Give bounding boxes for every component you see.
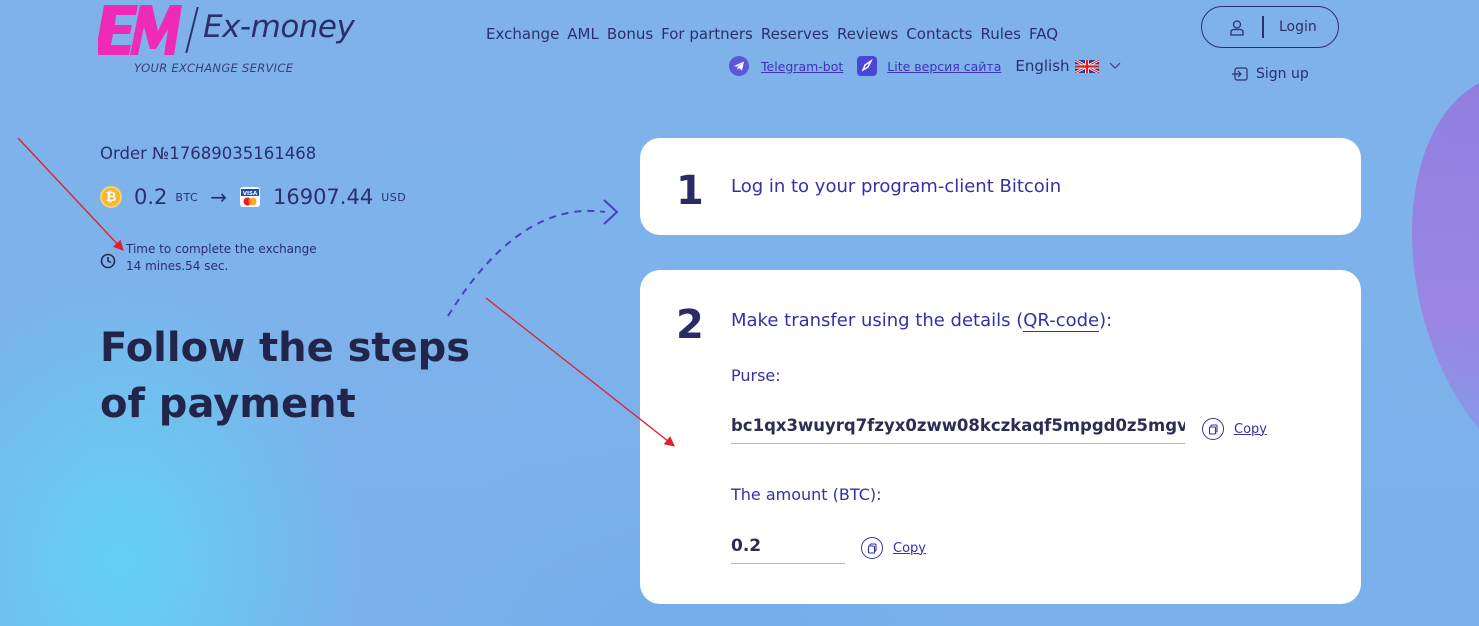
exchange-timer: Time to complete the exchange 14 mines.5… — [100, 241, 317, 275]
page-heading: Follow the steps of payment — [100, 325, 471, 427]
clock-icon — [100, 253, 116, 269]
user-icon — [1230, 20, 1244, 36]
step-1-number: 1 — [676, 168, 704, 214]
logo-tagline: YOUR EXCHANGE SERVICE — [134, 61, 294, 75]
give-amount: 0.2 — [134, 185, 168, 209]
svg-text:VISA: VISA — [243, 191, 258, 197]
telegram-icon[interactable] — [729, 56, 749, 76]
language-label: English — [1015, 57, 1070, 75]
step-1-card: 1 Log in to your program-client Bitcoin — [640, 138, 1361, 235]
site-logo[interactable]: Ex-money YOUR EXCHANGE SERVICE — [98, 3, 368, 75]
login-divider — [1262, 16, 1264, 38]
chevron-down-icon — [1109, 62, 1120, 69]
login-button[interactable]: Login — [1201, 6, 1339, 48]
signup-link[interactable]: Sign up — [1232, 66, 1309, 82]
qr-code-link[interactable]: QR-code — [1023, 310, 1100, 332]
copy-purse-button[interactable]: Copy — [1202, 418, 1267, 440]
lite-site-link[interactable]: Lite версия сайта — [887, 59, 1001, 74]
step-2-number: 2 — [676, 302, 704, 348]
amount-field[interactable]: 0.2 — [731, 536, 845, 564]
copy-purse-label: Copy — [1234, 421, 1267, 437]
nav-item-contacts[interactable]: Contacts — [906, 25, 972, 47]
bitcoin-icon: ₿ — [100, 186, 122, 208]
nav-item-faq[interactable]: FAQ — [1029, 25, 1058, 47]
telegram-bot-link[interactable]: Telegram-bot — [761, 59, 843, 74]
copy-amount-button[interactable]: Copy — [861, 537, 926, 559]
step-2-title: Make transfer using the details (QR-code… — [731, 310, 1113, 332]
nav-item-reserves[interactable]: Reserves — [761, 25, 829, 47]
copy-icon — [1202, 418, 1224, 440]
language-selector[interactable]: English — [1015, 57, 1120, 75]
timer-value: 14 mines.54 sec. — [126, 259, 229, 273]
step-2-title-suffix: ): — [1099, 310, 1113, 331]
copy-amount-label: Copy — [893, 540, 926, 556]
nav-item-reviews[interactable]: Reviews — [837, 25, 898, 47]
em-logo-mark — [98, 5, 182, 55]
arrow-right-icon: → — [210, 185, 227, 209]
nav-item-exchange[interactable]: Exchange — [486, 25, 559, 47]
signin-icon — [1232, 67, 1248, 81]
step-2-title-prefix: Make transfer using the details ( — [731, 310, 1024, 331]
order-number: Order №17689035161468 — [100, 144, 317, 163]
step-1-title: Log in to your program-client Bitcoin — [731, 176, 1062, 197]
timer-label: Time to complete the exchange — [126, 242, 317, 256]
nav-item-for-partners[interactable]: For partners — [661, 25, 753, 47]
amount-label: The amount (BTC): — [731, 485, 882, 504]
nav-item-bonus[interactable]: Bonus — [607, 25, 653, 47]
purse-label: Purse: — [731, 366, 781, 385]
sub-nav: Telegram-bot Lite версия сайта English — [729, 55, 1121, 77]
main-nav: Exchange AML Bonus For partners Reserves… — [486, 25, 1066, 47]
logo-name: Ex-money — [203, 9, 355, 45]
visa-mastercard-icon: VISA — [239, 187, 260, 207]
lite-site-icon[interactable] — [857, 56, 878, 76]
login-label: Login — [1279, 19, 1317, 35]
give-currency: BTC — [175, 190, 199, 204]
uk-flag-icon — [1074, 59, 1099, 73]
nav-item-rules[interactable]: Rules — [980, 25, 1020, 47]
get-currency: USD — [381, 190, 407, 204]
get-amount: 16907.44 — [272, 185, 374, 209]
logo-divider — [185, 7, 199, 53]
purse-address-field[interactable]: bc1qx3wuyrq7fzyx0zww08kczkaqf5mpgd0z5mgv… — [731, 416, 1185, 444]
signup-label: Sign up — [1256, 66, 1309, 82]
exchange-summary: ₿ 0.2 BTC → VISA 16907.44 USD — [100, 182, 406, 212]
step-2-card: 2 Make transfer using the details (QR-co… — [640, 270, 1361, 604]
nav-item-aml[interactable]: AML — [567, 25, 599, 47]
copy-icon — [861, 537, 883, 559]
